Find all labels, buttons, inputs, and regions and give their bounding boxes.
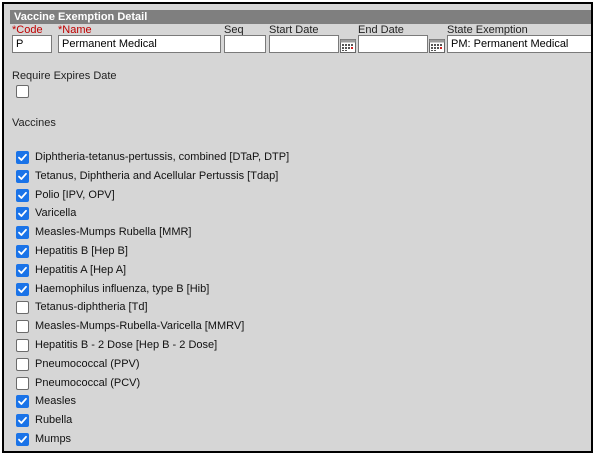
state-exemption-select[interactable]: PM: Permanent Medical	[447, 35, 591, 53]
panel-title: Vaccine Exemption Detail	[10, 10, 591, 24]
vaccine-exemption-window: Vaccine Exemption Detail *Code *Name Seq…	[2, 2, 593, 453]
vaccine-checkbox[interactable]	[16, 245, 29, 258]
vaccine-label: Mumps	[35, 433, 72, 445]
vaccine-label: Hepatitis B - 2 Dose [Hep B - 2 Dose]	[35, 339, 218, 351]
vaccine-checkbox[interactable]	[16, 395, 29, 408]
require-expires-checkbox[interactable]	[16, 85, 29, 98]
vaccine-checkbox[interactable]	[16, 433, 29, 446]
vaccine-checkbox[interactable]	[16, 377, 29, 390]
vaccine-label: Diphtheria-tetanus-pertussis, combined […	[35, 151, 290, 163]
code-input[interactable]: P	[12, 35, 52, 53]
vaccine-checkbox[interactable]	[16, 358, 29, 371]
vaccine-label: Polio [IPV, OPV]	[35, 189, 115, 201]
vaccine-checkbox[interactable]	[16, 320, 29, 333]
vaccine-checkbox[interactable]	[16, 226, 29, 239]
vaccine-label: Pneumococcal (PPV)	[35, 358, 140, 370]
start-date-calendar-icon[interactable]	[340, 39, 356, 53]
vaccine-checkbox[interactable]	[16, 339, 29, 352]
vaccine-checkbox[interactable]	[16, 264, 29, 277]
vaccine-checkbox[interactable]	[16, 414, 29, 427]
vaccines-heading: Vaccines	[12, 117, 56, 129]
vaccine-checkbox[interactable]	[16, 189, 29, 202]
vaccine-label: Hepatitis A [Hep A]	[35, 264, 127, 276]
vaccine-label: Pneumococcal (PCV)	[35, 377, 141, 389]
end-date-input[interactable]	[358, 35, 428, 53]
require-expires-label: Require Expires Date	[12, 70, 117, 82]
vaccine-label: Haemophilus influenza, type B [Hib]	[35, 283, 210, 295]
vaccine-label: Tetanus-diphtheria [Td]	[35, 301, 148, 313]
name-input[interactable]: Permanent Medical	[58, 35, 221, 53]
vaccine-label: Rubella	[35, 414, 73, 426]
vaccine-label: Measles	[35, 395, 76, 407]
vaccine-label: Tetanus, Diphtheria and Acellular Pertus…	[35, 170, 279, 182]
vaccine-checkbox[interactable]	[16, 170, 29, 183]
vaccine-checkbox[interactable]	[16, 151, 29, 164]
vaccine-label: Varicella	[35, 207, 77, 219]
start-date-input[interactable]	[269, 35, 339, 53]
seq-input[interactable]	[224, 35, 266, 53]
vaccine-checkbox[interactable]	[16, 283, 29, 296]
vaccine-label: Measles-Mumps Rubella [MMR]	[35, 226, 192, 238]
vaccine-checkbox[interactable]	[16, 301, 29, 314]
vaccine-checkbox[interactable]	[16, 207, 29, 220]
end-date-calendar-icon[interactable]	[429, 39, 445, 53]
vaccine-label: Measles-Mumps-Rubella-Varicella [MMRV]	[35, 320, 245, 332]
vaccine-label: Hepatitis B [Hep B]	[35, 245, 128, 257]
